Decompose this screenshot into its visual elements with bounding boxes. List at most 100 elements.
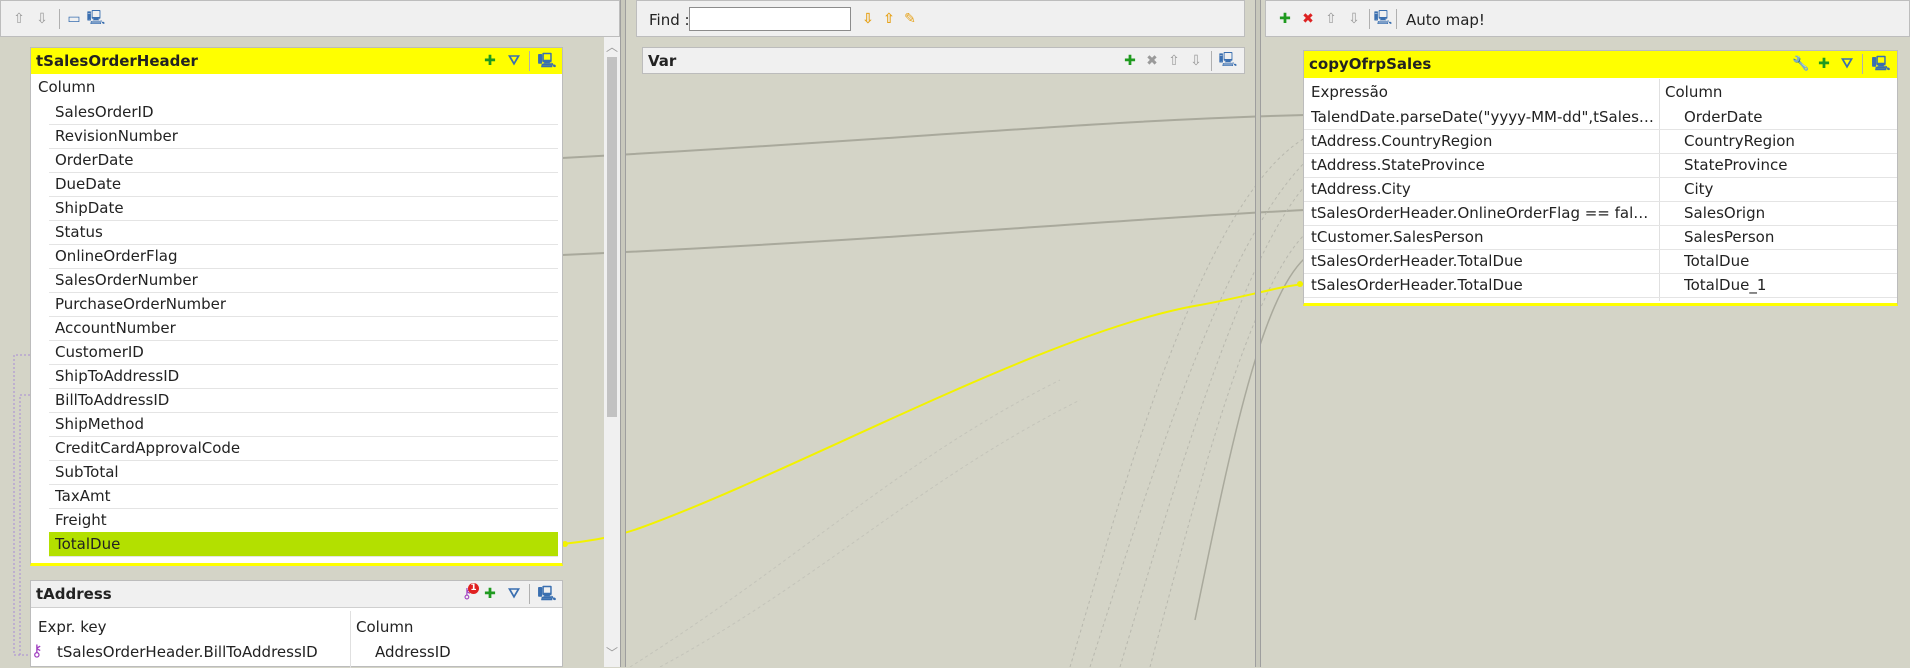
column-name-cell: Status xyxy=(55,223,103,241)
scroll-thumb[interactable] xyxy=(607,57,617,417)
find-next-icon[interactable]: ⇩ xyxy=(859,10,877,28)
table-row[interactable]: OrderDate xyxy=(49,148,558,173)
expression-cell[interactable]: tSalesOrderHeader.TotalDue xyxy=(1311,249,1656,273)
left-panel-divider[interactable] xyxy=(620,0,626,667)
column-name-cell: CreditCardApprovalCode xyxy=(55,439,241,457)
table-row[interactable]: PurchaseOrderNumber xyxy=(49,292,558,317)
delete-icon[interactable]: ✖ xyxy=(1143,52,1161,70)
table-row[interactable]: OnlineOrderFlag xyxy=(49,244,558,269)
column-name-cell: DueDate xyxy=(55,175,122,193)
minimize-icon[interactable]: 🖳 xyxy=(1219,52,1238,70)
column-cell: City xyxy=(1684,180,1714,198)
minimize-icon[interactable]: 🖳 xyxy=(538,52,557,70)
expression-cell[interactable]: tAddress.StateProvince xyxy=(1311,153,1656,177)
expression-cell[interactable]: TalendDate.parseDate("yyyy-MM-dd",tSales… xyxy=(1311,105,1656,129)
table-row[interactable]: ShipToAddressID xyxy=(49,364,558,389)
column-name-cell: OrderDate xyxy=(55,151,134,169)
output-rows: TalendDate.parseDate("yyyy-MM-dd",tSales… xyxy=(1304,105,1897,298)
find-input[interactable] xyxy=(689,7,851,31)
scroll-up-icon[interactable]: ︿ xyxy=(606,38,618,55)
expression-cell[interactable]: tSalesOrderHeader.OnlineOrderFlag == fal… xyxy=(1311,201,1656,225)
expr-key-cell[interactable]: tSalesOrderHeader.BillToAddressID xyxy=(57,643,318,661)
delete-icon[interactable]: ✖ xyxy=(1299,10,1317,28)
table-row[interactable]: tAddress.CountryRegion CountryRegion xyxy=(1304,129,1897,154)
monitor-icon[interactable]: 🖳 xyxy=(87,10,106,28)
table-row[interactable]: tAddress.StateProvince StateProvince xyxy=(1304,153,1897,178)
expr-key-header: Expr. key xyxy=(38,618,107,636)
find-previous-icon[interactable]: ⇧ xyxy=(880,10,898,28)
table-row[interactable]: SalesOrderID xyxy=(49,100,558,125)
filter-icon[interactable]: ⛛ xyxy=(505,585,523,603)
highlight-all-icon[interactable]: ✎ xyxy=(901,10,919,28)
table-row[interactable]: AccountNumber xyxy=(49,316,558,341)
expression-cell[interactable]: tAddress.City xyxy=(1311,177,1656,201)
add-icon[interactable]: ✚ xyxy=(1121,52,1139,70)
table-row[interactable]: tSalesOrderHeader.TotalDue TotalDue xyxy=(1304,249,1897,274)
column-name-cell: SubTotal xyxy=(55,463,119,481)
column-name-cell: RevisionNumber xyxy=(55,127,178,145)
column-name-cell: TaxAmt xyxy=(55,487,111,505)
column-header: Column xyxy=(1665,83,1723,101)
table-row[interactable]: tSalesOrderHeader.TotalDue TotalDue_1 xyxy=(1304,273,1897,298)
column-header: Column xyxy=(38,78,96,96)
table-row[interactable]: RevisionNumber xyxy=(49,124,558,149)
right-toolbar: ✚ ✖ ⇧ ⇩ 🖳 Auto map! xyxy=(1265,0,1910,37)
move-down-icon[interactable]: ⇩ xyxy=(1345,10,1363,28)
move-down-icon[interactable]: ⇩ xyxy=(1187,52,1205,70)
table-row[interactable]: ShipMethod xyxy=(49,412,558,437)
arrow-down-icon[interactable]: ⇩ xyxy=(33,10,51,28)
add-filter-icon[interactable]: ✚ xyxy=(1815,55,1833,73)
move-up-icon[interactable]: ⇧ xyxy=(1322,10,1340,28)
table-row[interactable]: ShipDate xyxy=(49,196,558,221)
table-row[interactable]: tSalesOrderHeader.OnlineOrderFlag == fal… xyxy=(1304,201,1897,226)
arrow-up-icon[interactable]: ⇧ xyxy=(10,10,28,28)
expression-cell[interactable]: tAddress.CountryRegion xyxy=(1311,129,1656,153)
expression-cell[interactable]: tSalesOrderHeader.TotalDue xyxy=(1311,273,1656,297)
column-name-cell: PurchaseOrderNumber xyxy=(55,295,226,313)
center-toolbar: Find : ⇩ ⇧ ✎ xyxy=(636,0,1245,37)
table-row[interactable]: CustomerID xyxy=(49,340,558,365)
left-scrollbar[interactable]: ︿ ﹀ xyxy=(604,37,620,667)
filter-icon[interactable]: ⛛ xyxy=(1838,55,1856,73)
column-name-cell: ShipDate xyxy=(55,199,124,217)
table-row[interactable]: SubTotal xyxy=(49,460,558,485)
minimize-icon[interactable]: 🖳 xyxy=(538,585,557,603)
table-row[interactable]: TalendDate.parseDate("yyyy-MM-dd",tSales… xyxy=(1304,105,1897,130)
add-filter-icon[interactable]: ✚ xyxy=(481,52,499,70)
column-cell: TotalDue xyxy=(1684,252,1750,270)
table-row[interactable]: tCustomer.SalesPerson SalesPerson xyxy=(1304,225,1897,250)
table-row[interactable]: Freight xyxy=(49,508,558,533)
table-title: copyOfrpSales xyxy=(1309,55,1432,73)
filter-icon[interactable]: ⛛ xyxy=(505,52,523,70)
expression-cell[interactable]: tCustomer.SalesPerson xyxy=(1311,225,1656,249)
add-icon[interactable]: ✚ xyxy=(1276,10,1294,28)
table-row[interactable]: Status xyxy=(49,220,558,245)
table-row[interactable]: tAddress.City City xyxy=(1304,177,1897,202)
monitor-icon[interactable]: 🖳 xyxy=(1374,10,1393,28)
column-name-cell: BillToAddressID xyxy=(55,391,170,409)
scroll-down-icon[interactable]: ﹀ xyxy=(606,644,618,661)
header-separator xyxy=(529,584,530,604)
column-name-cell: OnlineOrderFlag xyxy=(55,247,178,265)
table-title: tAddress xyxy=(36,585,112,603)
table-row[interactable]: DueDate xyxy=(49,172,558,197)
toolbar-separator xyxy=(59,9,60,29)
add-filter-icon[interactable]: ✚ xyxy=(481,585,499,603)
move-up-icon[interactable]: ⇧ xyxy=(1165,52,1183,70)
window-icon[interactable]: ▭ xyxy=(65,10,83,28)
table-row[interactable]: TaxAmt xyxy=(49,484,558,509)
column-name-cell: TotalDue xyxy=(55,535,121,553)
error-badge: 1 xyxy=(468,583,479,594)
table-row[interactable]: BillToAddressID xyxy=(49,388,558,413)
auto-map-button[interactable]: Auto map! xyxy=(1406,11,1485,29)
minimize-icon[interactable]: 🖳 xyxy=(1872,55,1891,73)
right-panel-divider[interactable] xyxy=(1255,0,1261,667)
table-row[interactable]: SalesOrderNumber xyxy=(49,268,558,293)
column-name-cell: CustomerID xyxy=(55,343,144,361)
column-name-cell: SalesOrderNumber xyxy=(55,271,198,289)
column-name-cell: SalesOrderID xyxy=(55,103,154,121)
wrench-icon[interactable]: 🔧 xyxy=(1792,55,1810,73)
table-row[interactable]: CreditCardApprovalCode xyxy=(49,436,558,461)
table-row[interactable]: TotalDue xyxy=(49,532,558,557)
header-separator xyxy=(1211,51,1212,71)
